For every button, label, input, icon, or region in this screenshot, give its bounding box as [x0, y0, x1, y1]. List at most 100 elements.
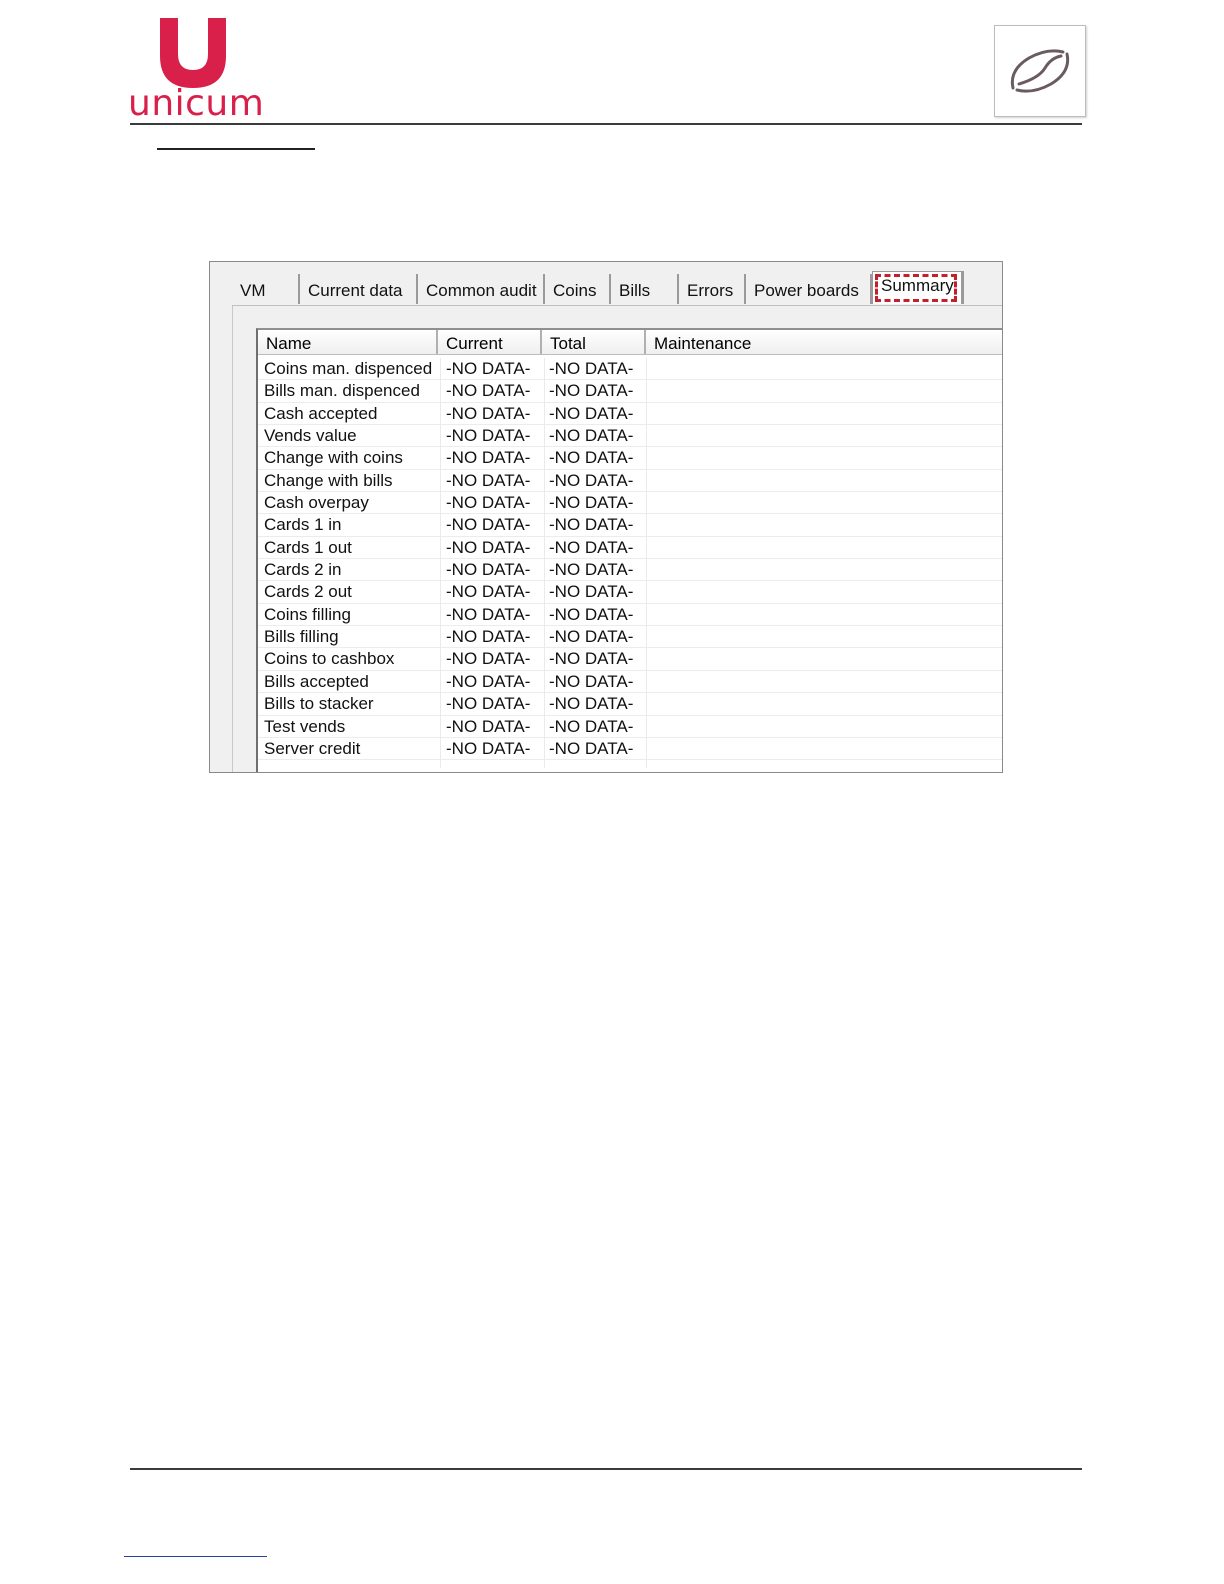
row-maintenance [652, 514, 1002, 536]
row-name: Server credit [264, 738, 361, 758]
row-total: -NO DATA- [549, 515, 634, 535]
row-name: Test vends [264, 716, 346, 736]
row-current: -NO DATA- [446, 671, 531, 691]
table-row[interactable]: Coins filling -NO DATA- -NO DATA- [258, 604, 1002, 627]
row-name: Coins filling [264, 604, 351, 624]
row-total: -NO DATA- [549, 582, 634, 602]
row-maintenance [652, 738, 1002, 760]
row-total: -NO DATA- [549, 604, 634, 624]
table-row[interactable]: Change with coins -NO DATA- -NO DATA- [258, 447, 1002, 470]
header-divider [130, 123, 1082, 125]
tab-coins-label: Coins [553, 281, 597, 300]
column-header-total[interactable]: Total [542, 330, 646, 354]
table-row[interactable]: Cash overpay -NO DATA- -NO DATA- [258, 492, 1002, 515]
table-row[interactable]: Bills accepted -NO DATA- -NO DATA- [258, 671, 1002, 694]
row-current: -NO DATA- [446, 604, 531, 624]
table-row[interactable]: Cards 2 out -NO DATA- -NO DATA- [258, 581, 1002, 604]
row-total: -NO DATA- [549, 448, 634, 468]
column-header-maintenance[interactable]: Maintenance [646, 330, 1002, 354]
summary-window: VM Current data Common audit Coins Bills… [209, 261, 1003, 773]
table-row[interactable]: Server credit -NO DATA- -NO DATA- [258, 738, 1002, 761]
row-name: Coins man. dispenced [264, 359, 433, 378]
row-current: -NO DATA- [446, 649, 531, 669]
summary-table: Name Current Total Maintenance Coins man… [256, 328, 1002, 772]
coffee-bean-icon [994, 25, 1086, 117]
row-total: -NO DATA- [549, 470, 634, 490]
table-row[interactable]: Coins man. dispenced -NO DATA- -NO DATA- [258, 358, 1002, 381]
row-total: -NO DATA- [549, 738, 634, 758]
footer-link-underline[interactable] [124, 1556, 267, 1557]
row-total: -NO DATA- [549, 671, 634, 691]
row-maintenance [652, 492, 1002, 514]
row-current: -NO DATA- [446, 738, 531, 758]
unicum-logo: unicum [128, 16, 264, 122]
row-total: -NO DATA- [549, 537, 634, 557]
row-name: Cards 2 in [264, 560, 342, 580]
row-current: -NO DATA- [446, 381, 531, 401]
tab-vm[interactable]: VM [232, 274, 300, 304]
column-header-name[interactable]: Name [258, 330, 438, 354]
table-body: Coins man. dispenced -NO DATA- -NO DATA-… [258, 358, 1002, 761]
row-maintenance [652, 447, 1002, 469]
table-row[interactable]: Bills to stacker -NO DATA- -NO DATA- [258, 693, 1002, 716]
row-name: Change with bills [264, 470, 393, 490]
tab-summary[interactable]: Summary [872, 271, 964, 304]
row-total: -NO DATA- [549, 649, 634, 669]
row-maintenance [652, 626, 1002, 648]
tab-errors-label: Errors [687, 281, 734, 300]
row-maintenance [652, 716, 1002, 738]
tab-bills[interactable]: Bills [611, 274, 679, 304]
row-name: Bills accepted [264, 671, 369, 691]
table-row[interactable]: Change with bills -NO DATA- -NO DATA- [258, 470, 1002, 493]
row-maintenance [652, 537, 1002, 559]
row-current: -NO DATA- [446, 448, 531, 468]
row-name: Cards 1 in [264, 515, 342, 535]
unicum-u-mark-icon [160, 18, 226, 88]
row-name: Change with coins [264, 448, 403, 468]
row-name: Cash overpay [264, 493, 369, 513]
row-current: -NO DATA- [446, 426, 531, 446]
tab-coins[interactable]: Coins [545, 274, 611, 304]
row-total: -NO DATA- [549, 627, 634, 647]
row-maintenance [652, 425, 1002, 447]
row-name: Coins to cashbox [264, 649, 395, 669]
row-name: Cards 2 out [264, 582, 352, 602]
row-maintenance [652, 380, 1002, 402]
row-name: Cards 1 out [264, 537, 352, 557]
row-current: -NO DATA- [446, 470, 531, 490]
row-maintenance [652, 559, 1002, 581]
row-name: Vends value [264, 426, 357, 446]
table-row[interactable]: Test vends -NO DATA- -NO DATA- [258, 716, 1002, 738]
row-total: -NO DATA- [549, 403, 634, 423]
table-row[interactable]: Cards 2 in -NO DATA- -NO DATA- [258, 559, 1002, 582]
row-maintenance [652, 403, 1002, 425]
tab-current-data[interactable]: Current data [300, 274, 418, 304]
table-row[interactable]: Bills filling -NO DATA- -NO DATA- [258, 626, 1002, 649]
table-row[interactable]: Bills man. dispenced -NO DATA- -NO DATA- [258, 380, 1002, 403]
tab-power-boards[interactable]: Power boards [746, 274, 872, 304]
row-total: -NO DATA- [549, 426, 634, 446]
row-current: -NO DATA- [446, 493, 531, 513]
tab-common-audit[interactable]: Common audit [418, 274, 545, 304]
table-row[interactable]: Coins to cashbox -NO DATA- -NO DATA- [258, 648, 1002, 671]
table-header: Name Current Total Maintenance [258, 330, 1002, 355]
row-current: -NO DATA- [446, 627, 531, 647]
row-maintenance [652, 604, 1002, 626]
table-row[interactable]: Vends value -NO DATA- -NO DATA- [258, 425, 1002, 448]
tab-summary-label: Summary [881, 276, 954, 295]
row-maintenance [652, 693, 1002, 715]
tab-vm-label: VM [240, 281, 266, 300]
row-current: -NO DATA- [446, 582, 531, 602]
tab-bills-label: Bills [619, 281, 651, 300]
row-current: -NO DATA- [446, 716, 531, 736]
table-row[interactable]: Cards 1 out -NO DATA- -NO DATA- [258, 537, 1002, 560]
tab-errors[interactable]: Errors [679, 274, 746, 304]
table-row[interactable]: Cards 1 in -NO DATA- -NO DATA- [258, 514, 1002, 537]
row-total: -NO DATA- [549, 359, 634, 378]
row-maintenance [652, 648, 1002, 670]
row-name: Bills filling [264, 627, 339, 647]
row-current: -NO DATA- [446, 694, 531, 714]
row-maintenance [652, 581, 1002, 603]
table-row[interactable]: Cash accepted -NO DATA- -NO DATA- [258, 403, 1002, 426]
column-header-current[interactable]: Current [438, 330, 542, 354]
